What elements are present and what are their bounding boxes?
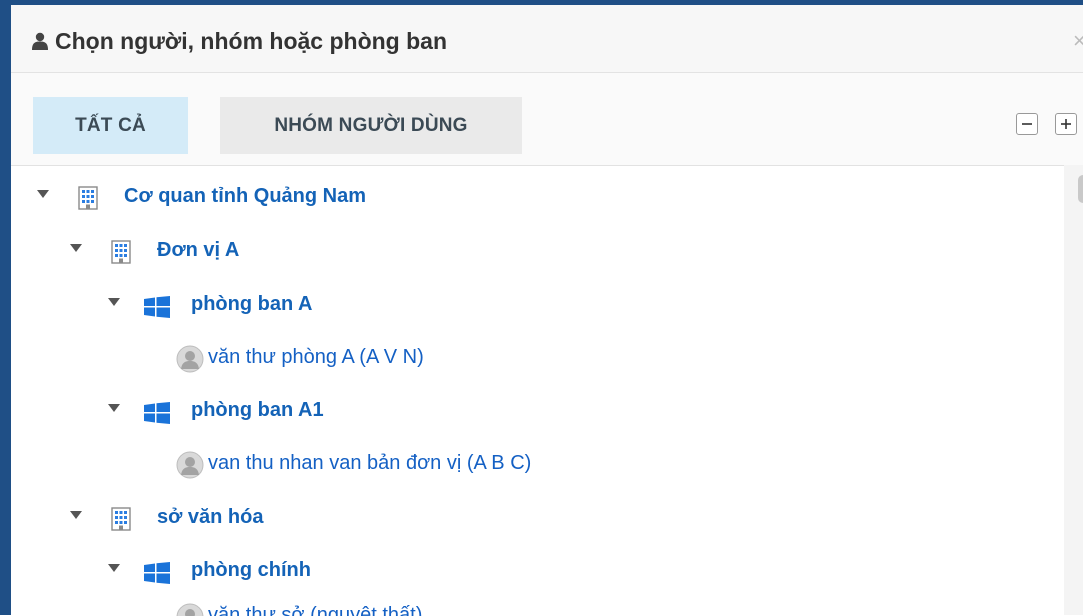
- caret-down-icon[interactable]: [70, 244, 82, 252]
- tree-node-label[interactable]: van thu nhan van bản đơn vị (A B C): [208, 452, 531, 475]
- user-avatar-icon: [176, 603, 204, 616]
- tree-node-label[interactable]: phòng ban A: [191, 293, 312, 316]
- tab-all[interactable]: TẤT CẢ: [33, 97, 188, 154]
- dialog-title: Chọn người, nhóm hoặc phòng ban: [55, 28, 448, 54]
- close-icon[interactable]: ×: [1073, 28, 1083, 54]
- building-icon: [111, 240, 131, 269]
- tree-node-dept[interactable]: phòng ban A: [11, 291, 1051, 321]
- tab-user-groups[interactable]: NHÓM NGƯỜI DÙNG: [220, 97, 522, 154]
- tree-node-label[interactable]: văn thư phòng A (A V N): [208, 346, 424, 369]
- select-people-dialog: Chọn người, nhóm hoặc phòng ban × TẤT CẢ…: [11, 5, 1083, 616]
- tree-node-label[interactable]: sở văn hóa: [157, 506, 263, 529]
- tree-node-label[interactable]: Cơ quan tỉnh Quảng Nam: [124, 185, 366, 208]
- tree-node-label[interactable]: phòng ban A1: [191, 399, 324, 422]
- expand-all-button[interactable]: [1055, 113, 1077, 135]
- caret-down-icon[interactable]: [108, 564, 120, 572]
- caret-down-icon[interactable]: [108, 404, 120, 412]
- collapse-all-button[interactable]: [1016, 113, 1038, 135]
- dialog-header: Chọn người, nhóm hoặc phòng ban ×: [11, 5, 1083, 73]
- plus-icon: [1061, 119, 1071, 129]
- tree-node-org[interactable]: Cơ quan tỉnh Quảng Nam: [11, 183, 1051, 213]
- tree-node-label[interactable]: văn thư sở (nguyệt thất): [208, 604, 422, 616]
- tree-node-user[interactable]: văn thư phòng A (A V N): [11, 344, 1051, 374]
- windows-icon: [144, 562, 170, 589]
- windows-icon: [144, 296, 170, 323]
- user-avatar-icon: [176, 451, 204, 484]
- building-icon: [78, 186, 98, 215]
- tree-node-dept[interactable]: phòng ban A1: [11, 397, 1051, 427]
- tree-scrollbar[interactable]: [1064, 165, 1083, 615]
- user-icon: [31, 32, 49, 50]
- windows-icon: [144, 402, 170, 429]
- org-tree: Cơ quan tỉnh Quảng Nam Đơn vị A phòng ba…: [11, 165, 1064, 616]
- tree-node-user[interactable]: văn thư sở (nguyệt thất): [11, 602, 1051, 616]
- caret-down-icon[interactable]: [37, 190, 49, 198]
- tree-node-label[interactable]: phòng chính: [191, 559, 311, 582]
- tree-node-dept[interactable]: phòng chính: [11, 557, 1051, 587]
- tree-node-user[interactable]: van thu nhan van bản đơn vị (A B C): [11, 450, 1051, 480]
- tree-node-org[interactable]: sở văn hóa: [11, 504, 1051, 534]
- user-avatar-icon: [176, 345, 204, 378]
- minus-icon: [1022, 123, 1032, 125]
- scrollbar-thumb[interactable]: [1078, 175, 1083, 203]
- window-frame-left: [0, 0, 11, 615]
- caret-down-icon[interactable]: [70, 511, 82, 519]
- building-icon: [111, 507, 131, 536]
- tree-node-org[interactable]: Đơn vị A: [11, 237, 1051, 267]
- caret-down-icon[interactable]: [108, 298, 120, 306]
- tree-node-label[interactable]: Đơn vị A: [157, 239, 239, 262]
